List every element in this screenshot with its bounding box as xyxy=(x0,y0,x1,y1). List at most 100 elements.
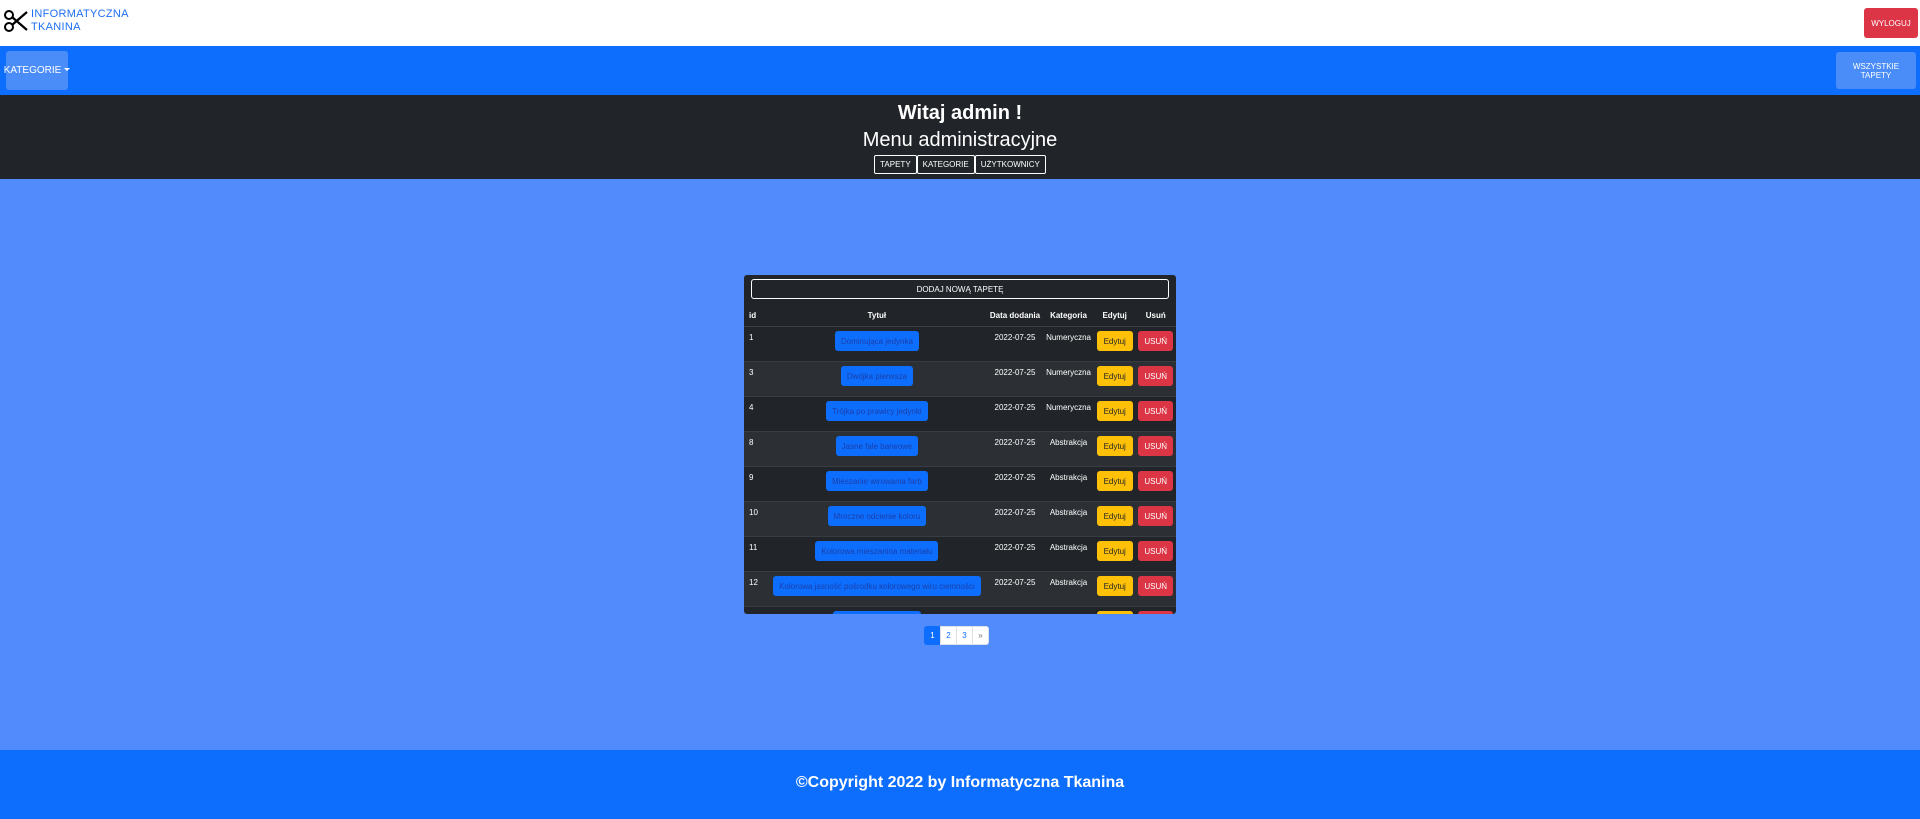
delete-button[interactable]: USUŃ xyxy=(1138,576,1174,596)
table-row: 3 Dwójka pierwsza 2022-07-25 Numeryczna Edyt… xyxy=(744,361,1176,397)
edit-button[interactable]: Edytuj xyxy=(1096,331,1133,351)
row-category: Abstrakcja xyxy=(1043,571,1094,607)
edit-button[interactable]: Edytuj xyxy=(1096,471,1133,491)
header-delete: Usuń xyxy=(1135,304,1176,327)
row-category: Numeryczna xyxy=(1043,326,1094,362)
edit-button[interactable]: Edytuj xyxy=(1096,541,1133,561)
row-id: 13 xyxy=(744,606,767,614)
row-delete-cell: USUŃ xyxy=(1135,431,1176,467)
brand-line-1: INFORMATYCZNA xyxy=(31,8,129,20)
row-date: 2022-07-25 xyxy=(986,396,1044,432)
logout-button[interactable]: WYLOGUJ xyxy=(1864,8,1918,38)
delete-button[interactable]: USUŃ xyxy=(1138,471,1174,491)
admin-menu-heading: Menu administracyjne xyxy=(862,129,1058,151)
categories-dropdown-label: KATEGORIE xyxy=(3,65,62,76)
header-edit: Edytuj xyxy=(1093,304,1136,327)
row-id: 3 xyxy=(744,361,767,397)
page-1-link[interactable]: 1 xyxy=(924,626,941,645)
footer: ©Copyright 2022 by Informatyczna Tkanina xyxy=(0,750,1920,819)
brand-link[interactable]: INFORMATYCZNA TKANINA xyxy=(3,8,129,34)
row-title-cell: Mieszanie wirowania farb xyxy=(767,466,987,502)
wallpaper-title-button[interactable]: Kolorowa jasność pośrodku kolorowego wir… xyxy=(773,576,981,596)
table-row: 13 Niebieski wall planety 2022-07-25Abstra… xyxy=(744,606,1176,614)
copyright-text: ©Copyright 2022 by Informatyczna Tkanina xyxy=(795,774,1125,791)
row-date: 2022-07-25 xyxy=(986,501,1044,537)
edit-button[interactable]: Edytuj xyxy=(1096,366,1133,386)
delete-button[interactable]: USUŃ xyxy=(1138,366,1174,386)
wallpaper-title-button[interactable]: Mieszanie wirowania farb xyxy=(825,471,928,491)
delete-button[interactable]: USUŃ xyxy=(1138,611,1174,614)
edit-button[interactable]: Edytuj xyxy=(1096,576,1133,596)
page-3-link[interactable]: 3 xyxy=(956,626,973,645)
table-body: 1 Dominująca jedynka 2022-07-25 Numeryczna E… xyxy=(744,326,1176,614)
scissors-logo-icon xyxy=(3,8,29,34)
page-2-link[interactable]: 2 xyxy=(940,626,957,645)
table-header-row: id Tytuł Data dodania Kategoria Edytuj U… xyxy=(744,304,1176,327)
row-delete-cell: USUŃ xyxy=(1135,536,1176,572)
edit-button[interactable]: Edytuj xyxy=(1096,506,1133,526)
row-date: 2022-07-25 xyxy=(986,606,1044,614)
row-delete-cell: USUŃ xyxy=(1135,361,1176,397)
delete-button[interactable]: USUŃ xyxy=(1138,436,1174,456)
caret-down-icon xyxy=(64,68,71,71)
row-edit-cell: Edytuj xyxy=(1093,466,1136,502)
wallpaper-title-button[interactable]: Niebieski wall planety xyxy=(832,611,922,614)
categories-dropdown[interactable]: KATEGORIE xyxy=(3,51,71,90)
tab-wallpapers[interactable]: TAPETY xyxy=(874,155,917,174)
header-category: Kategoria xyxy=(1043,304,1094,327)
row-title-cell: Dwójka pierwsza xyxy=(767,361,987,397)
wallpapers-table: id Tytuł Data dodania Kategoria Edytuj U… xyxy=(744,304,1176,614)
delete-button[interactable]: USUŃ xyxy=(1138,506,1174,526)
delete-button[interactable]: USUŃ xyxy=(1138,401,1174,421)
welcome-heading: Witaj admin ! xyxy=(897,102,1023,124)
main-navbar: KATEGORIE WSZYSTKIE TAPETY xyxy=(0,46,1920,95)
header-title: Tytuł xyxy=(767,304,987,327)
table-row: 9 Mieszanie wirowania farb 2022-07-25 Abstr… xyxy=(744,466,1176,502)
row-date: 2022-07-25 xyxy=(986,361,1044,397)
row-delete-cell: USUŃ xyxy=(1135,396,1176,432)
tab-users[interactable]: UŻYTKOWNICY xyxy=(974,155,1046,174)
row-id: 9 xyxy=(744,466,767,502)
row-delete-cell: USUŃ xyxy=(1135,466,1176,502)
row-edit-cell: Edytuj xyxy=(1093,501,1136,537)
row-category: Abstrakcja xyxy=(1043,501,1094,537)
row-title-cell: Jasne fale barwowe xyxy=(767,431,987,467)
edit-button[interactable]: Edytuj xyxy=(1096,436,1133,456)
wallpaper-title-button[interactable]: Dwójka pierwsza xyxy=(840,366,913,386)
row-title-cell: Kolorowa mieszanina materiału xyxy=(767,536,987,572)
admin-menu-tabs: TAPETY KATEGORIE UŻYTKOWNICY xyxy=(0,155,1920,174)
top-header: INFORMATYCZNA TKANINA WYLOGUJ xyxy=(0,0,1920,46)
row-date: 2022-07-25 xyxy=(986,326,1044,362)
wallpaper-title-button[interactable]: Kolorowa mieszanina materiału xyxy=(815,541,939,561)
wallpaper-title-button[interactable]: Dominująca jedynka xyxy=(834,331,919,351)
table-row: 8 Jasne fale barwowe 2022-07-25 Abstrakcja E… xyxy=(744,431,1176,467)
edit-button[interactable]: Edytuj xyxy=(1096,611,1133,614)
row-title-cell: Mroczne odcienie koloru xyxy=(767,501,987,537)
pagination: 1 2 3 » xyxy=(924,626,989,645)
wallpaper-title-button[interactable]: Mroczne odcienie koloru xyxy=(827,506,927,526)
delete-button[interactable]: USUŃ xyxy=(1138,541,1174,561)
row-delete-cell: USUŃ xyxy=(1135,571,1176,607)
row-edit-cell: Edytuj xyxy=(1093,326,1136,362)
row-date: 2022-07-25 xyxy=(986,431,1044,467)
row-delete-cell: USUŃ xyxy=(1135,501,1176,537)
row-edit-cell: Edytuj xyxy=(1093,361,1136,397)
table-row: 1 Dominująca jedynka 2022-07-25 Numeryczna E… xyxy=(744,326,1176,362)
row-delete-cell: USUŃ xyxy=(1135,606,1176,614)
tab-categories[interactable]: KATEGORIE xyxy=(916,155,975,174)
row-date: 2022-07-25 xyxy=(986,571,1044,607)
table-row: 4 Trójka po prawicy jedynki 2022-07-25 Nume… xyxy=(744,396,1176,432)
row-title-cell: Kolorowa jasność pośrodku kolorowego wir… xyxy=(767,571,987,607)
row-edit-cell: Edytuj xyxy=(1093,536,1136,572)
row-title-cell: Niebieski wall planety xyxy=(767,606,987,614)
wallpaper-title-button[interactable]: Trójka po prawicy jedynki xyxy=(826,401,928,421)
row-category: Numeryczna xyxy=(1043,361,1094,397)
edit-button[interactable]: Edytuj xyxy=(1096,401,1133,421)
table-row: 11 Kolorowa mieszanina materiału 2022-07-2… xyxy=(744,536,1176,572)
add-wallpaper-button[interactable]: DODAJ NOWĄ TAPETĘ xyxy=(751,279,1169,299)
next-page-link[interactable]: » xyxy=(972,626,989,645)
row-edit-cell: Edytuj xyxy=(1093,396,1136,432)
all-wallpapers-button[interactable]: WSZYSTKIE TAPETY xyxy=(1836,52,1916,89)
delete-button[interactable]: USUŃ xyxy=(1138,331,1174,351)
wallpaper-title-button[interactable]: Jasne fale barwowe xyxy=(835,436,919,456)
